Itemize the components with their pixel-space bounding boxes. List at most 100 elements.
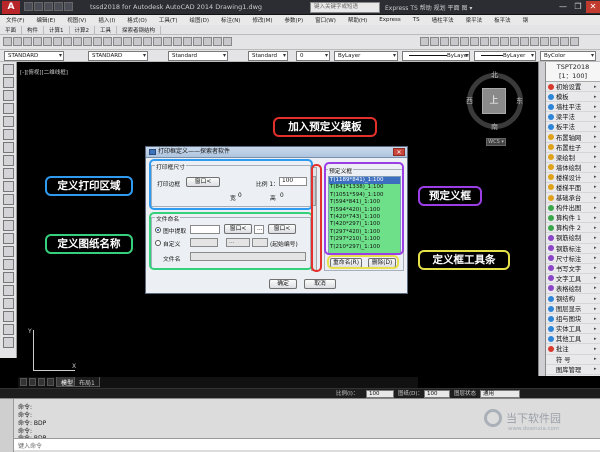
menu-item[interactable]: 绘图(D) [184,16,216,24]
print-icon[interactable] [33,37,42,46]
draw-tool-icon[interactable] [2,103,14,114]
draw-tool-icon[interactable] [2,155,14,166]
draw-tool-icon[interactable] [2,181,14,192]
palette-item[interactable]: 图库管理 ▸ [546,365,600,375]
draw-tool-icon[interactable] [2,194,14,205]
design-center-icon[interactable] [173,37,182,46]
palette-item[interactable]: 基础承台 ▸ [546,193,600,204]
sheet-set-icon[interactable] [193,37,202,46]
draw-tool-icon[interactable] [2,129,14,140]
cancel-button[interactable]: 取消 [304,279,336,289]
viewcube-north[interactable]: 北 [491,70,498,80]
new-icon[interactable] [24,2,33,11]
redo-icon[interactable] [64,2,73,11]
tool-e-icon[interactable] [460,37,469,46]
dialog-title-bar[interactable]: 打印框定义——探索者软件 ✕ [146,147,407,158]
tool-l-icon[interactable] [530,37,539,46]
viewcube-west[interactable]: 西 [466,96,473,106]
close-button[interactable]: ✕ [586,1,600,13]
palette-item[interactable]: 表格绘制 ▸ [546,284,600,294]
palette-item[interactable]: 模板 ▸ [546,92,600,103]
draw-tool-icon[interactable] [2,272,14,283]
tool-p-icon[interactable] [570,37,579,46]
menu-item[interactable]: 板平法 [488,16,517,24]
menu-item[interactable]: 窗口(W) [309,16,342,24]
undo-icon[interactable] [54,2,63,11]
tab-next-icon[interactable] [47,378,54,386]
draw-tool-icon[interactable] [2,285,14,296]
palette-item[interactable]: 板平法 ▸ [546,122,600,133]
tool-h-icon[interactable] [490,37,499,46]
draw-tool-icon[interactable] [2,142,14,153]
draw-tool-icon[interactable] [2,168,14,179]
new-file-icon[interactable] [3,37,12,46]
menu-item[interactable]: 插入(I) [92,16,121,24]
draw-tool-icon[interactable] [2,324,14,335]
color-select[interactable]: ByLayer [334,51,398,61]
menu-item[interactable]: 帮助(H) [342,16,373,24]
dialog-close-button[interactable]: ✕ [393,148,405,156]
palette-item[interactable]: 符 号 ▸ [546,355,600,365]
drawing-select[interactable]: 100 [424,390,450,398]
cut-icon[interactable] [63,37,72,46]
draw-tool-icon[interactable] [2,207,14,218]
zoom-icon[interactable] [133,37,142,46]
palette-item[interactable]: 布置轴网 ▸ [546,132,600,143]
preview-icon[interactable] [43,37,52,46]
linetype-select[interactable]: ByLayer [402,51,470,61]
plotstyle-select[interactable]: ByColor [540,51,596,61]
palette-item[interactable]: 文字工具 ▸ [546,274,600,284]
viewport-controls[interactable]: [-][俯视][二维线框] [20,68,68,76]
tab-prev-icon[interactable] [20,378,27,386]
tool-b-icon[interactable] [430,37,439,46]
tool-g-icon[interactable] [480,37,489,46]
tool-o-icon[interactable] [560,37,569,46]
draw-tool-icon[interactable] [2,220,14,231]
palette-item[interactable]: 书写文字 ▸ [546,264,600,274]
markup-icon[interactable] [203,37,212,46]
command-input[interactable]: 键入命令 [14,438,600,450]
draw-tool-icon[interactable] [2,233,14,244]
palette-item[interactable]: 钢筋绘制 ▸ [546,233,600,244]
paste-icon[interactable] [83,37,92,46]
zoom-window-icon[interactable] [143,37,152,46]
redo-tool-icon[interactable] [113,37,122,46]
calc-icon[interactable] [213,37,222,46]
tool-d-icon[interactable] [450,37,459,46]
match-icon[interactable] [93,37,102,46]
menu-item[interactable]: 文件(F) [0,16,30,24]
menu-item[interactable]: 钢 [517,16,535,24]
palette-item[interactable]: 楼梯平面 ▸ [546,183,600,194]
pan-icon[interactable] [123,37,132,46]
layer-state-select[interactable]: 通用 [480,390,520,398]
palette-item[interactable]: 尺寸标注 ▸ [546,254,600,264]
lineweight-select[interactable]: ByLayer [474,51,536,61]
tool-tab[interactable]: 计算2 [70,25,96,34]
palette-item[interactable]: 墙柱平法 ▸ [546,102,600,113]
command-window-handle[interactable] [0,399,14,452]
menu-item[interactable]: 工具(T) [153,16,184,24]
tool-tab[interactable]: 计算1 [44,25,70,34]
copy-icon[interactable] [73,37,82,46]
palette-item[interactable]: 构件出图 ▸ [546,203,600,214]
publish-icon[interactable] [53,37,62,46]
tab-first-icon[interactable] [29,378,36,386]
text-style-select[interactable]: STANDARD [4,51,64,61]
tab-last-icon[interactable] [38,378,45,386]
palette-item[interactable]: 实体工具 ▸ [546,324,600,335]
menu-item[interactable]: 参数(P) [279,16,310,24]
tool-i-icon[interactable] [500,37,509,46]
dim-style-select[interactable]: STANDARD [88,51,148,61]
tool-k-icon[interactable] [520,37,529,46]
autocad-logo-icon[interactable]: A [2,1,20,14]
tool-n-icon[interactable] [550,37,559,46]
palette-item[interactable]: 图层显示 ▸ [546,304,600,315]
menu-item[interactable]: Express [373,17,406,23]
menu-item[interactable]: 墙柱平法 [426,16,460,24]
palette-item[interactable]: 钢筋标注 ▸ [546,244,600,254]
tool-palettes-icon[interactable] [183,37,192,46]
draw-tool-icon[interactable] [2,64,14,75]
maximize-button[interactable]: ❐ [571,1,585,13]
mleader-style-select[interactable]: Standard [248,51,288,61]
palette-item[interactable]: 梁平法 ▸ [546,112,600,123]
